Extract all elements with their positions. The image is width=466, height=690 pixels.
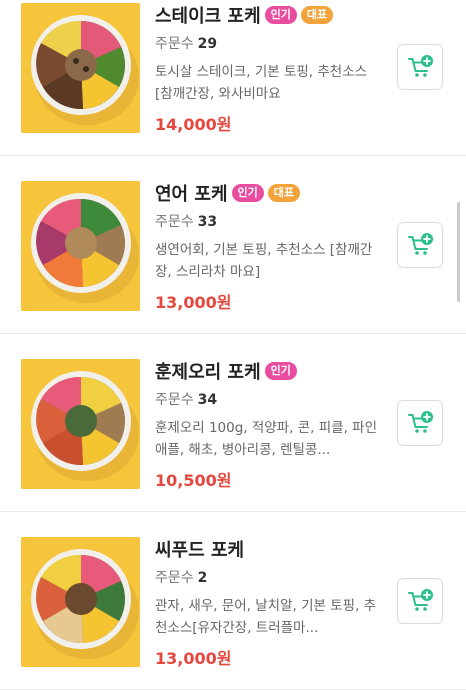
add-to-cart-button[interactable]: [397, 44, 443, 90]
item-description: 토시살 스테이크, 기본 토핑, 추천소스 [참깨간장, 와사비마요: [155, 64, 368, 102]
orders-value: 29: [197, 36, 218, 52]
order-count: 주문수 2: [155, 567, 385, 589]
add-to-cart-button[interactable]: [397, 578, 443, 624]
item-info: 연어 포케 인기 대표 주문수 33 생연어회, 기본 토핑, 추천소스 [참깨간…: [155, 178, 385, 313]
item-description: 생연어회, 기본 토핑, 추천소스 [참깨간장, 스리라차 마요]: [155, 242, 373, 280]
badge-popular: 인기: [264, 362, 297, 380]
item-info: 훈제오리 포케 인기 주문수 34 훈제오리 100g, 적양파, 콘, 피클, …: [155, 356, 385, 491]
item-name: 연어 포케: [155, 184, 228, 205]
add-to-cart-icon: [408, 411, 433, 433]
food-image[interactable]: [21, 3, 140, 133]
orders-label: 주문수: [155, 214, 194, 230]
item-name: 훈제오리 포케: [155, 362, 261, 383]
menu-item[interactable]: 연어 포케 인기 대표 주문수 33 생연어회, 기본 토핑, 추천소스 [참깨간…: [0, 156, 466, 334]
item-price: 13,000원: [155, 293, 232, 312]
food-image[interactable]: [21, 359, 140, 489]
add-to-cart-icon: [408, 55, 433, 77]
badge-signature: 대표: [300, 6, 334, 24]
order-count: 주문수 33: [155, 211, 385, 233]
menu-item[interactable]: 훈제오리 포케 인기 주문수 34 훈제오리 100g, 적양파, 콘, 피클, …: [0, 334, 466, 512]
menu-list: 스테이크 포케 인기 대표 주문수 29 토시살 스테이크, 기본 토핑, 추천소…: [0, 0, 466, 690]
order-count: 주문수 34: [155, 389, 385, 411]
orders-value: 2: [197, 570, 208, 586]
item-price: 10,500원: [155, 471, 232, 490]
orders-label: 주문수: [155, 36, 194, 52]
add-to-cart-button[interactable]: [397, 400, 443, 446]
menu-item[interactable]: 씨푸드 포케 주문수 2 관자, 새우, 문어, 날치알, 기본 토핑, 추천소스…: [0, 512, 466, 690]
item-price: 13,000원: [155, 649, 232, 668]
add-to-cart-icon: [408, 589, 433, 611]
item-info: 씨푸드 포케 주문수 2 관자, 새우, 문어, 날치알, 기본 토핑, 추천소스…: [155, 534, 385, 669]
badge-signature: 대표: [267, 184, 301, 202]
food-image[interactable]: [21, 537, 140, 667]
item-price: 14,000원: [155, 115, 232, 134]
item-name: 씨푸드 포케: [155, 540, 245, 561]
menu-item[interactable]: 스테이크 포케 인기 대표 주문수 29 토시살 스테이크, 기본 토핑, 추천소…: [0, 0, 466, 156]
item-info: 스테이크 포케 인기 대표 주문수 29 토시살 스테이크, 기본 토핑, 추천소…: [155, 0, 385, 135]
orders-value: 33: [197, 214, 218, 230]
add-to-cart-icon: [408, 233, 433, 255]
item-description: 훈제오리 100g, 적양파, 콘, 피클, 파인애플, 해초, 병아리콩, 렌…: [155, 420, 377, 458]
orders-value: 34: [197, 392, 218, 408]
scrollbar[interactable]: [457, 202, 460, 302]
food-image[interactable]: [21, 181, 140, 311]
add-to-cart-button[interactable]: [397, 222, 443, 268]
badge-popular: 인기: [231, 184, 264, 202]
badge-popular: 인기: [264, 6, 297, 24]
item-description: 관자, 새우, 문어, 날치알, 기본 토핑, 추천소스[유자간장, 트러플마.…: [155, 598, 377, 636]
orders-label: 주문수: [155, 570, 194, 586]
item-name: 스테이크 포케: [155, 6, 261, 27]
orders-label: 주문수: [155, 392, 194, 408]
order-count: 주문수 29: [155, 33, 385, 55]
